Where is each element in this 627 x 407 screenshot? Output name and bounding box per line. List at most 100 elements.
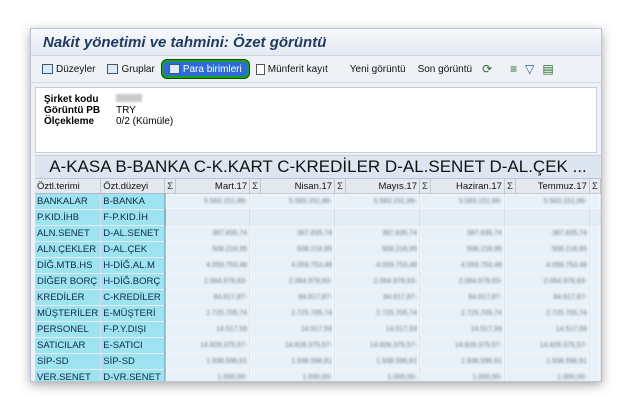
blurred-amount-cell[interactable]: 84.617,87- [334,289,420,306]
empty-amount-cell[interactable] [164,209,251,226]
row-level[interactable]: SİP-SD [100,353,166,370]
table-row[interactable]: MÜŞTERİLER E-MÜŞTERİ 2.725.705,74 2.725.705… [35,305,601,322]
blurred-amount-cell[interactable]: 4.059.753,48 [334,257,420,274]
blurred-amount-cell[interactable]: 2.725.705,74 [504,305,590,322]
filter-icon[interactable]: ▽ [522,62,537,76]
blurred-amount-cell[interactable]: 2.725.705,74 [419,305,505,322]
blurred-amount-cell[interactable]: 508.218,95 [419,241,505,258]
row-term[interactable]: BANKALAR [35,193,102,210]
single-record-button[interactable]: Münferit kayıt [251,60,333,78]
blurred-amount-cell[interactable]: 84.617,87- [164,289,251,306]
column-header-month[interactable]: Nisan.17 [260,179,336,194]
column-header-month[interactable]: Haziran.17 [430,179,505,194]
table-row[interactable]: DİĞ.MTB.HS H-DİĞ.AL.M 4.059.753,48 4.059.75… [35,257,601,274]
empty-amount-cell[interactable] [334,209,420,226]
table-row[interactable]: VER.SENET D-VR.SENET 1.000,00- 1.000,00- 1.0… [35,369,601,381]
row-level[interactable]: D-VR.SENET [100,369,166,381]
blurred-amount-cell[interactable]: 2.064.978,63- [419,273,505,290]
column-header-month[interactable]: Mayıs.17 [345,179,420,194]
last-view-button[interactable]: Son görüntü [413,60,478,78]
blurred-amount-cell[interactable]: 5.583.151,86- [249,193,336,210]
row-term[interactable]: VER.SENET [35,369,102,381]
column-header-term[interactable]: Öztl.terimi [35,179,102,194]
blurred-amount-cell[interactable]: 14.828.375,57- [334,337,420,354]
blurred-amount-cell[interactable]: 1.000,00- [419,369,505,381]
blurred-amount-cell[interactable]: 4.059.753,48 [504,257,590,274]
blurred-amount-cell[interactable]: 14.517,59 [164,321,251,338]
column-header-month[interactable]: Temmuz.17 [515,179,590,194]
row-term[interactable]: DİĞ.MTB.HS [35,257,102,274]
row-level[interactable]: H-DİĞ.AL.M [100,257,166,274]
empty-amount-cell[interactable] [249,209,336,226]
row-level[interactable]: H-DİĞ.BORÇ [100,273,166,290]
blurred-amount-cell[interactable]: 2.725.705,74 [164,305,251,322]
blurred-amount-cell[interactable]: 387.835,74 [419,225,505,242]
blurred-amount-cell[interactable]: 387.835,74 [164,225,251,242]
table-row[interactable]: SİP-SD SİP-SD 1.938.596,61 1.938.596,61 1.93… [35,353,601,370]
row-term[interactable]: PERSONEL [35,321,102,338]
new-view-button[interactable]: Yeni görüntü [345,60,411,78]
blurred-amount-cell[interactable]: 14.517,59 [419,321,505,338]
row-level[interactable]: D-AL.SENET [100,225,166,242]
blurred-amount-cell[interactable]: 387.835,74 [334,225,420,242]
blurred-amount-cell[interactable]: 4.059.753,48 [249,257,336,274]
table-row[interactable]: BANKALAR B-BANKA 5.583.151,86- 5.583.151,86… [35,193,601,210]
row-term[interactable]: P.KID.İHB [35,209,102,226]
blurred-amount-cell[interactable]: 14.828.375,57- [504,337,590,354]
sum-filter-icon[interactable]: ≡ [507,62,520,76]
layout-icon[interactable]: ▤ [539,62,556,76]
row-term[interactable]: MÜŞTERİLER [35,305,102,322]
blurred-amount-cell[interactable]: 1.000,00- [334,369,420,381]
blurred-amount-cell[interactable]: 14.517,59 [334,321,420,338]
levels-button[interactable]: Düzeyler [37,60,100,78]
row-term[interactable]: SİP-SD [35,353,102,370]
blurred-amount-cell[interactable]: 1.000,00- [164,369,251,381]
blurred-amount-cell[interactable]: 1.938.596,61 [334,353,420,370]
table-row[interactable]: PERSONEL F-P.Y.DIŞI 14.517,59 14.517,59 14.5… [35,321,601,338]
blurred-amount-cell[interactable]: 14.828.375,57- [249,337,336,354]
refresh-icon[interactable]: ⟳ [479,62,495,76]
row-level[interactable]: E-SATICI [100,337,166,354]
row-term[interactable]: ALN.ÇEKLER [35,241,102,258]
blurred-amount-cell[interactable]: 84.617,87- [504,289,590,306]
blurred-amount-cell[interactable]: 2.064.978,63- [504,273,590,290]
blurred-amount-cell[interactable]: 84.617,87- [419,289,505,306]
blurred-amount-cell[interactable]: 508.218,95 [334,241,420,258]
blurred-amount-cell[interactable]: 14.517,59 [504,321,590,338]
blurred-amount-cell[interactable]: 1.000,00- [504,369,590,381]
blurred-amount-cell[interactable]: 5.583.151,86- [419,193,505,210]
row-term[interactable]: SATICILAR [35,337,102,354]
blurred-amount-cell[interactable]: 14.828.375,57- [164,337,251,354]
table-row[interactable]: SATICILAR E-SATICI 14.828.375,57- 14.828.37… [35,337,601,354]
currencies-button[interactable]: Para birimleri [161,60,249,78]
blurred-amount-cell[interactable]: 2.725.705,74 [334,305,420,322]
blurred-amount-cell[interactable]: 1.938.596,61 [249,353,336,370]
blurred-amount-cell[interactable]: 1.000,00- [249,369,336,381]
blurred-amount-cell[interactable]: 508.218,95 [164,241,251,258]
table-row[interactable]: ALN.ÇEKLER D-AL.ÇEK 508.218,95 508.218,95 50… [35,241,601,258]
blurred-amount-cell[interactable]: 2.064.978,63- [334,273,420,290]
row-term[interactable]: ALN.SENET [35,225,102,242]
blurred-amount-cell[interactable]: 84.617,87- [249,289,336,306]
groups-button[interactable]: Gruplar [102,60,159,78]
row-level[interactable]: F-P.KID.İH [100,209,166,226]
row-level[interactable]: D-AL.ÇEK [100,241,166,258]
blurred-amount-cell[interactable]: 2.064.978,63- [249,273,336,290]
blurred-amount-cell[interactable]: 5.583.151,86- [164,193,251,210]
row-level[interactable]: B-BANKA [100,193,166,210]
blurred-amount-cell[interactable]: 1.938.596,61 [164,353,251,370]
blurred-amount-cell[interactable]: 4.059.753,48 [164,257,251,274]
blurred-amount-cell[interactable]: 1.938.596,61 [504,353,590,370]
blurred-amount-cell[interactable]: 387.835,74 [249,225,336,242]
blurred-amount-cell[interactable]: 5.583.151,86- [504,193,590,210]
empty-amount-cell[interactable] [419,209,505,226]
blurred-amount-cell[interactable]: 1.938.596,61 [419,353,505,370]
table-row[interactable]: ALN.SENET D-AL.SENET 387.835,74 387.835,74 3… [35,225,601,242]
empty-amount-cell[interactable] [504,209,590,226]
blurred-amount-cell[interactable]: 508.218,95 [504,241,590,258]
table-row[interactable]: P.KID.İHB F-P.KID.İH [35,209,601,226]
blurred-amount-cell[interactable]: 2.064.978,63- [164,273,251,290]
blurred-amount-cell[interactable]: 14.828.375,57- [419,337,505,354]
column-header-month[interactable]: Mart.17 [175,179,251,194]
row-level[interactable]: F-P.Y.DIŞI [100,321,166,338]
